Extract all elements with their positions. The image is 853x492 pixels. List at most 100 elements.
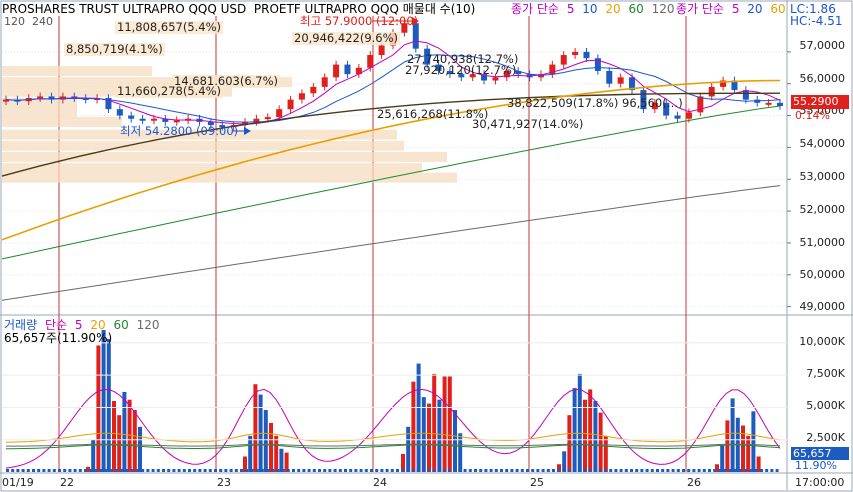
volume-bar-small xyxy=(37,469,41,472)
candle-body xyxy=(344,64,351,75)
profile-label: 20,946,422(9.6%) xyxy=(292,31,401,45)
volume-bar-small xyxy=(214,469,217,472)
volume-bar xyxy=(437,399,442,472)
volume-bar-small xyxy=(328,469,332,472)
top-left-periods: 120 240 xyxy=(4,15,53,28)
volume-bar xyxy=(442,376,447,472)
candle-body xyxy=(333,64,340,78)
ma-legend-2[interactable]: 종가 단순 5 20 60 xyxy=(676,3,790,16)
volume-bar-small xyxy=(312,469,316,472)
volume-bar-small xyxy=(624,469,628,472)
volume-bar-small xyxy=(713,469,717,472)
ma-legend[interactable]: 종가 단순 5 10 20 60 120 xyxy=(511,3,679,16)
candle-body xyxy=(560,55,567,65)
hc-value: HC:-4.51 xyxy=(790,14,843,28)
volume-bar-small xyxy=(448,469,451,472)
volume-bar xyxy=(269,422,273,472)
volume-bar-small xyxy=(344,469,347,472)
volume-bar-small xyxy=(370,469,373,472)
volume-bar-small xyxy=(593,469,597,472)
volume-bar-small xyxy=(63,469,67,472)
candle-body xyxy=(708,86,715,97)
volume-bar-small xyxy=(26,469,30,472)
volume-bar-small xyxy=(229,469,233,472)
candle-body xyxy=(321,77,328,87)
volume-bar xyxy=(603,435,608,472)
volume-bar-small xyxy=(219,469,223,472)
volume-bar-small xyxy=(193,469,197,472)
volume-bar-small xyxy=(479,469,483,472)
price-tick: 57,0000 xyxy=(799,39,846,52)
volume-bar-small xyxy=(385,469,389,472)
volume-bar-small xyxy=(474,469,477,472)
volume-bar xyxy=(730,398,735,472)
volume-bar-small xyxy=(276,469,280,472)
volume-bar-small xyxy=(411,469,415,472)
volume-bar-small xyxy=(754,469,758,472)
volume-ma60-line xyxy=(6,444,781,450)
volume-bar-small xyxy=(396,469,399,472)
candle-body xyxy=(754,99,761,103)
volume-bar-small xyxy=(526,469,529,472)
volume-bar-small xyxy=(156,469,160,472)
candle-body xyxy=(765,102,772,105)
volume-bar-small xyxy=(292,469,295,472)
volume-bar-small xyxy=(16,469,20,472)
ma120-line xyxy=(1,185,781,301)
volume-bar-small xyxy=(609,469,613,472)
volume-bar-small xyxy=(406,469,410,472)
volume-bar-small xyxy=(671,469,675,472)
candle-body xyxy=(674,115,681,119)
volume-bar xyxy=(593,401,598,472)
volume-bar xyxy=(567,415,572,472)
volume-bar-small xyxy=(349,469,353,472)
volume-bar xyxy=(577,373,582,472)
volume-bar-small xyxy=(240,469,243,472)
candle-body xyxy=(367,55,374,68)
volume-bar xyxy=(458,433,463,472)
instrument-name: PROSHARES TRUST ULTRAPRO QQQ USD xyxy=(2,2,247,16)
volume-bar-small xyxy=(333,469,337,472)
ma-60: 60 xyxy=(628,2,644,16)
volume-bar-small xyxy=(666,469,670,472)
volume-bar-small xyxy=(375,469,379,472)
vol-ma-20: 20 xyxy=(90,318,106,332)
volume-profile-band xyxy=(2,116,122,127)
volume-bar-small xyxy=(734,469,737,472)
low-annotation: 최저 54.2800 (09:00) xyxy=(120,124,239,138)
period-120: 120 xyxy=(4,15,25,28)
volume-bar-small xyxy=(702,469,706,472)
volume-bar-small xyxy=(47,469,51,472)
volume-bar-small xyxy=(682,469,685,472)
volume-bar xyxy=(117,415,122,472)
volume-bar-small xyxy=(68,469,72,472)
volume-ma5-line xyxy=(5,388,781,469)
volume-bar-small xyxy=(297,469,301,472)
volume-bar xyxy=(583,399,587,472)
volume-bar-small xyxy=(468,469,472,472)
volume-bar xyxy=(112,401,116,472)
volume-bar-small xyxy=(99,469,103,472)
volume-bar-small xyxy=(656,469,659,472)
volume-bar-small xyxy=(728,469,732,472)
volume-bar-small xyxy=(110,469,113,472)
date-label: 24 xyxy=(373,476,387,489)
volume-bar xyxy=(720,444,725,472)
date-label: 23 xyxy=(217,476,231,489)
volume-bar-small xyxy=(484,469,488,472)
volume-bar-small xyxy=(177,469,181,472)
volume-bar-small xyxy=(697,469,701,472)
volume-bar xyxy=(725,420,730,472)
volume-bar-small xyxy=(760,469,763,472)
volume-bar-small xyxy=(749,469,753,472)
volume-bar xyxy=(138,426,142,472)
volume-bar xyxy=(562,451,567,472)
volume-bar-small xyxy=(78,469,82,472)
volume-bar xyxy=(253,384,258,472)
profile-label: 96,560(…) xyxy=(622,96,683,110)
volume-bar-small xyxy=(380,469,384,472)
volume-bar-small xyxy=(531,469,535,472)
candle-body xyxy=(298,93,305,100)
volume-bar-small xyxy=(42,469,46,472)
volume-bar-small xyxy=(520,469,524,472)
